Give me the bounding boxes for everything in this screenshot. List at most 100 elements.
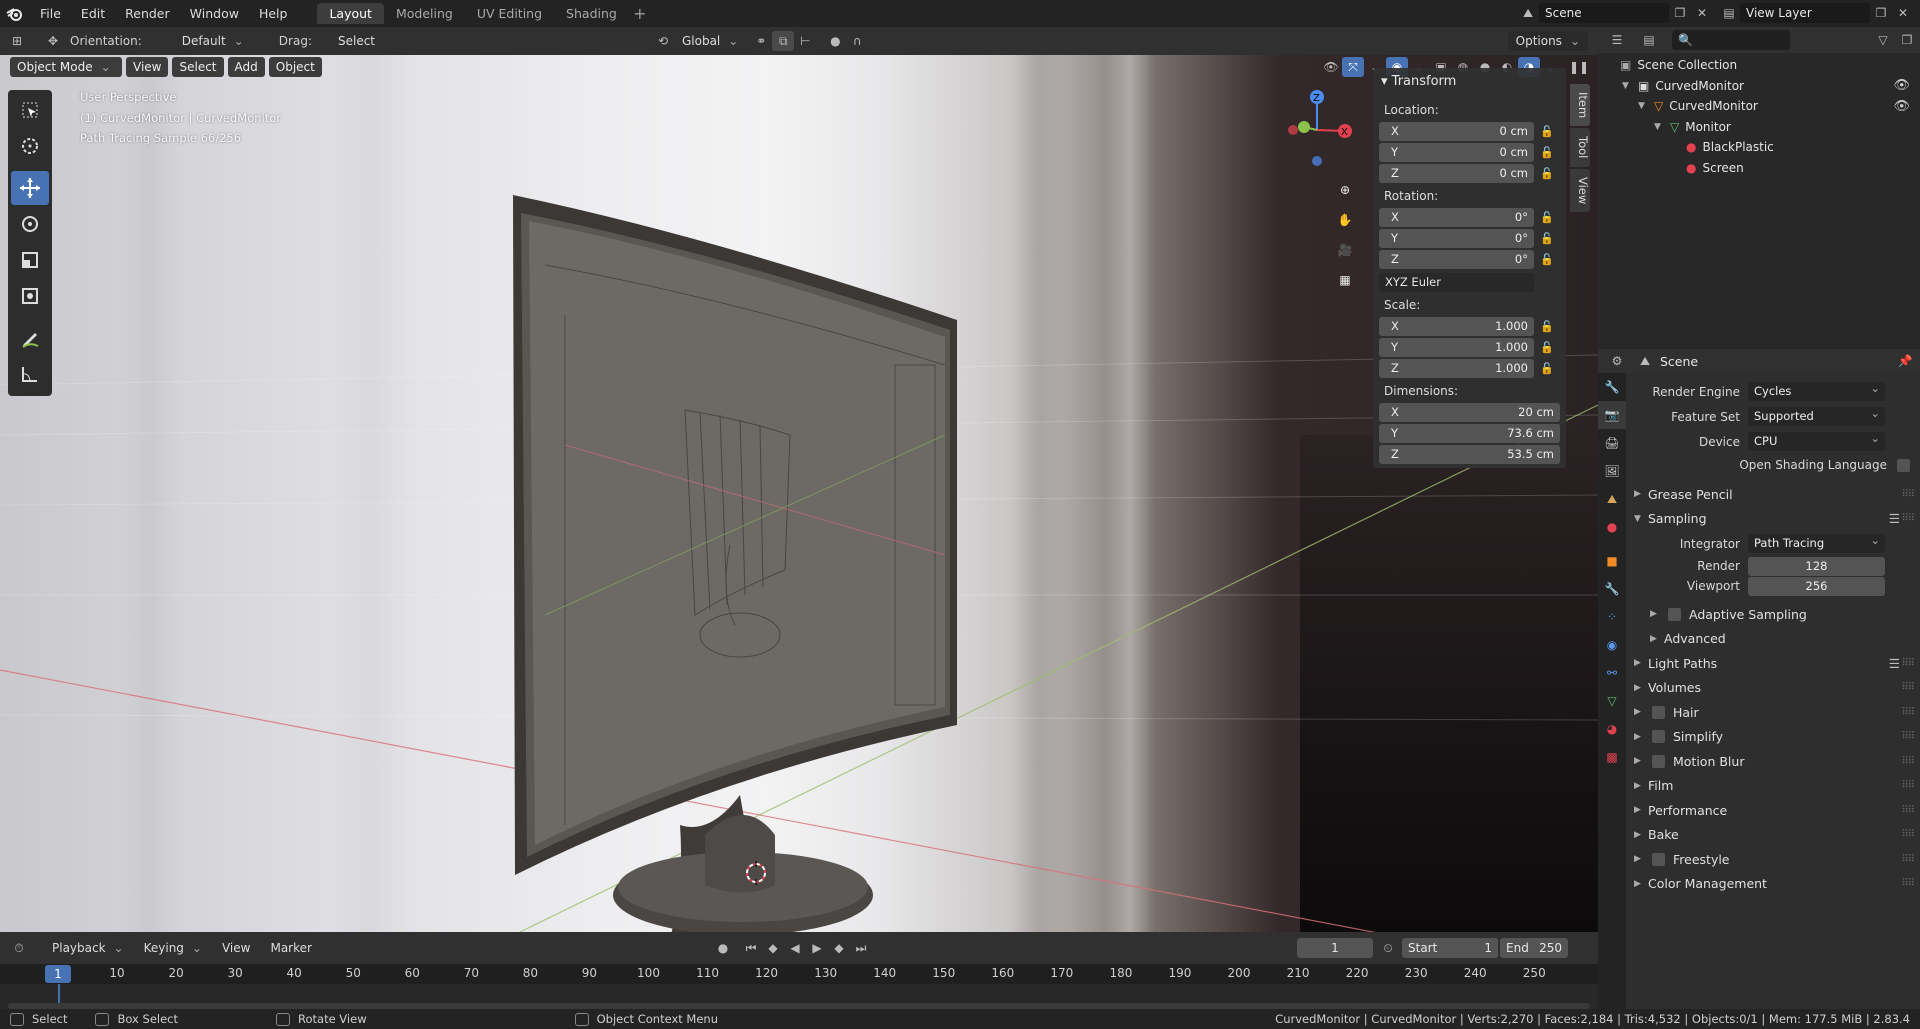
falloff-icon[interactable]: ∩ bbox=[846, 31, 868, 51]
outliner-search-input[interactable]: 🔍 bbox=[1672, 30, 1790, 50]
adaptive-sampling-subpanel[interactable]: ▶ Adaptive Sampling bbox=[1626, 602, 1920, 627]
annotate-tool-icon[interactable] bbox=[11, 321, 49, 355]
tab-uv-editing[interactable]: UV Editing bbox=[465, 3, 554, 24]
lock-icon[interactable]: 🔓 bbox=[1534, 253, 1560, 266]
data-tab-icon[interactable]: ▽ bbox=[1598, 687, 1626, 715]
view-layer-field[interactable]: View Layer bbox=[1740, 3, 1870, 23]
menu-help[interactable]: Help bbox=[249, 0, 298, 27]
viewport-menu-view[interactable]: View bbox=[126, 57, 169, 77]
visibility-eye-icon[interactable]: 👁 bbox=[1893, 78, 1910, 93]
3d-viewport[interactable]: Object Mode View Select Add Object 👁 ⤧ ⌄… bbox=[0, 55, 1598, 932]
rotation-x-field[interactable]: X 0° bbox=[1379, 207, 1534, 227]
options-dropdown[interactable]: Options bbox=[1507, 31, 1588, 51]
select-box-tool-icon[interactable] bbox=[11, 93, 49, 127]
drag-grip-icon[interactable]: ⠿⠿ bbox=[1901, 780, 1915, 791]
drag-grip-icon[interactable]: ⠿⠿ bbox=[1901, 878, 1915, 889]
scene-collection-row[interactable]: ▣ Scene Collection bbox=[1598, 55, 1920, 76]
end-frame-field[interactable]: End 250 bbox=[1500, 938, 1568, 958]
integrator-dropdown[interactable]: Path Tracing bbox=[1748, 531, 1885, 553]
outliner-editor-type-icon[interactable]: ☰ bbox=[1606, 30, 1628, 50]
dimensions-z-field[interactable]: Z 53.5 cm bbox=[1379, 444, 1560, 464]
visibility-eye-icon[interactable]: 👁 bbox=[1893, 99, 1910, 114]
panel-enable-checkbox[interactable] bbox=[1652, 730, 1665, 744]
panel-enable-checkbox[interactable] bbox=[1652, 754, 1665, 768]
viewport-samples-field[interactable]: 256 bbox=[1748, 576, 1885, 596]
timeline-ruler[interactable]: 1 10 20 30 40 50 60 70 80 90 100 110 120 130 140 150 16… bbox=[0, 964, 1598, 984]
rotation-y-field[interactable]: Y 0° bbox=[1379, 228, 1534, 248]
sampling-panel[interactable]: ▼ Sampling ☰ ⠿⠿ bbox=[1626, 507, 1920, 532]
adaptive-sampling-checkbox[interactable] bbox=[1668, 607, 1681, 621]
panel-color-management[interactable]: ▶ Color Management ⠿⠿ bbox=[1626, 872, 1920, 897]
jump-start-icon[interactable]: ⏮ bbox=[740, 938, 762, 958]
perspective-grid-icon[interactable]: ▦ bbox=[1334, 265, 1356, 295]
panel-enable-checkbox[interactable] bbox=[1652, 705, 1665, 719]
timeline-view-menu[interactable]: View bbox=[214, 938, 258, 958]
record-icon[interactable]: ● bbox=[712, 938, 734, 958]
move-tool-button-icon[interactable] bbox=[11, 171, 49, 205]
proportional-edit-icon[interactable]: ● bbox=[824, 31, 846, 51]
viewport-menu-object[interactable]: Object bbox=[268, 57, 322, 77]
curved-monitor-model[interactable] bbox=[505, 195, 965, 932]
tab-tool[interactable]: Tool bbox=[1570, 128, 1590, 167]
current-frame-field[interactable]: 1 bbox=[1297, 938, 1373, 958]
lock-icon[interactable]: 🔓 bbox=[1534, 320, 1560, 333]
expand-arrow-icon[interactable]: ▼ bbox=[1638, 101, 1650, 111]
rotation-mode-dropdown[interactable]: XYZ Euler bbox=[1379, 273, 1534, 292]
new-view-layer-icon[interactable]: ❐ bbox=[1870, 3, 1892, 23]
add-workspace-button[interactable]: + bbox=[629, 4, 651, 23]
outliner-item[interactable]: ▼ ▽ Monitor bbox=[1598, 117, 1920, 138]
lock-icon[interactable]: 🔓 bbox=[1534, 211, 1560, 224]
panel-freestyle[interactable]: ▶ Freestyle ⠿⠿ bbox=[1626, 847, 1920, 872]
current-frame-marker[interactable]: 1 bbox=[45, 965, 71, 983]
grease-pencil-panel[interactable]: ▶ Grease Pencil ⠿⠿ bbox=[1626, 482, 1920, 507]
viewport-menu-select[interactable]: Select bbox=[172, 57, 224, 77]
transform-panel-header[interactable]: ▾ Transform bbox=[1379, 72, 1560, 97]
world-tab-icon[interactable]: ● bbox=[1598, 513, 1626, 541]
constraints-tab-icon[interactable]: ⚯ bbox=[1598, 659, 1626, 687]
tool-tab-icon[interactable]: 🔧 bbox=[1598, 373, 1626, 401]
object-tab-icon[interactable]: ■ bbox=[1598, 547, 1626, 575]
output-tab-icon[interactable]: 🖨 bbox=[1598, 429, 1626, 457]
drag-grip-icon[interactable]: ⠿⠿ bbox=[1901, 805, 1915, 816]
location-z-field[interactable]: Z 0 cm bbox=[1379, 163, 1534, 183]
lock-icon[interactable]: 🔓 bbox=[1534, 125, 1560, 138]
delete-scene-icon[interactable]: ✕ bbox=[1691, 3, 1713, 23]
jump-end-icon[interactable]: ⏭ bbox=[850, 938, 872, 958]
outliner-item[interactable]: ● Screen bbox=[1598, 158, 1920, 179]
lock-icon[interactable]: 🔓 bbox=[1534, 341, 1560, 354]
presets-list-icon[interactable]: ☰ bbox=[1889, 511, 1900, 526]
view-layer-tab-icon[interactable]: 🖼 bbox=[1598, 457, 1626, 485]
transform-orientation-dropdown[interactable]: Global bbox=[674, 31, 746, 51]
scale-x-field[interactable]: X 1.000 bbox=[1379, 316, 1534, 336]
drag-dropdown[interactable]: Select Box bbox=[330, 31, 418, 68]
menu-window[interactable]: Window bbox=[180, 0, 249, 27]
modifier-tab-icon[interactable]: 🔧 bbox=[1598, 575, 1626, 603]
timeline-editor-type-icon[interactable]: ⏱ bbox=[8, 938, 30, 958]
filter-icon[interactable]: ▽ bbox=[1872, 30, 1894, 50]
view-layer-icon[interactable]: ▤ bbox=[1718, 3, 1740, 23]
panel-performance[interactable]: ▶ Performance ⠿⠿ bbox=[1626, 798, 1920, 823]
advanced-subpanel[interactable]: ▶ Advanced bbox=[1626, 627, 1920, 652]
panel-hair[interactable]: ▶ Hair ⠿⠿ bbox=[1626, 700, 1920, 725]
snap-icon[interactable]: ⧉ bbox=[772, 31, 795, 51]
cursor-tool-icon[interactable] bbox=[11, 129, 49, 163]
panel-light-paths[interactable]: ▶ Light Paths ☰ ⠿⠿ bbox=[1626, 651, 1920, 676]
tab-layout[interactable]: Layout bbox=[317, 3, 384, 24]
drag-grip-icon[interactable]: ⠿⠿ bbox=[1901, 707, 1915, 718]
drag-grip-icon[interactable]: ⠿⠿ bbox=[1901, 658, 1915, 669]
camera-view-icon[interactable]: 🎥 bbox=[1334, 235, 1356, 265]
scale-y-field[interactable]: Y 1.000 bbox=[1379, 337, 1534, 357]
feature-set-dropdown[interactable]: Supported bbox=[1748, 404, 1885, 426]
presets-list-icon[interactable]: ☰ bbox=[1889, 656, 1900, 671]
editor-type-icon[interactable]: ⊞ bbox=[6, 31, 28, 51]
drag-grip-icon[interactable]: ⠿⠿ bbox=[1901, 489, 1915, 500]
drag-grip-icon[interactable]: ⠿⠿ bbox=[1901, 682, 1915, 693]
particles-tab-icon[interactable]: ⁘ bbox=[1598, 603, 1626, 631]
pan-hand-icon[interactable]: ✋ bbox=[1334, 205, 1356, 235]
menu-file[interactable]: File bbox=[30, 0, 71, 27]
lock-icon[interactable]: 🔓 bbox=[1534, 146, 1560, 159]
render-tab-icon[interactable]: 📷 bbox=[1598, 401, 1626, 429]
pivot-icon[interactable]: ⚭ bbox=[750, 31, 772, 51]
drag-grip-icon[interactable]: ⠿⠿ bbox=[1901, 513, 1915, 524]
prev-keyframe-icon[interactable]: ◆ bbox=[762, 938, 784, 958]
